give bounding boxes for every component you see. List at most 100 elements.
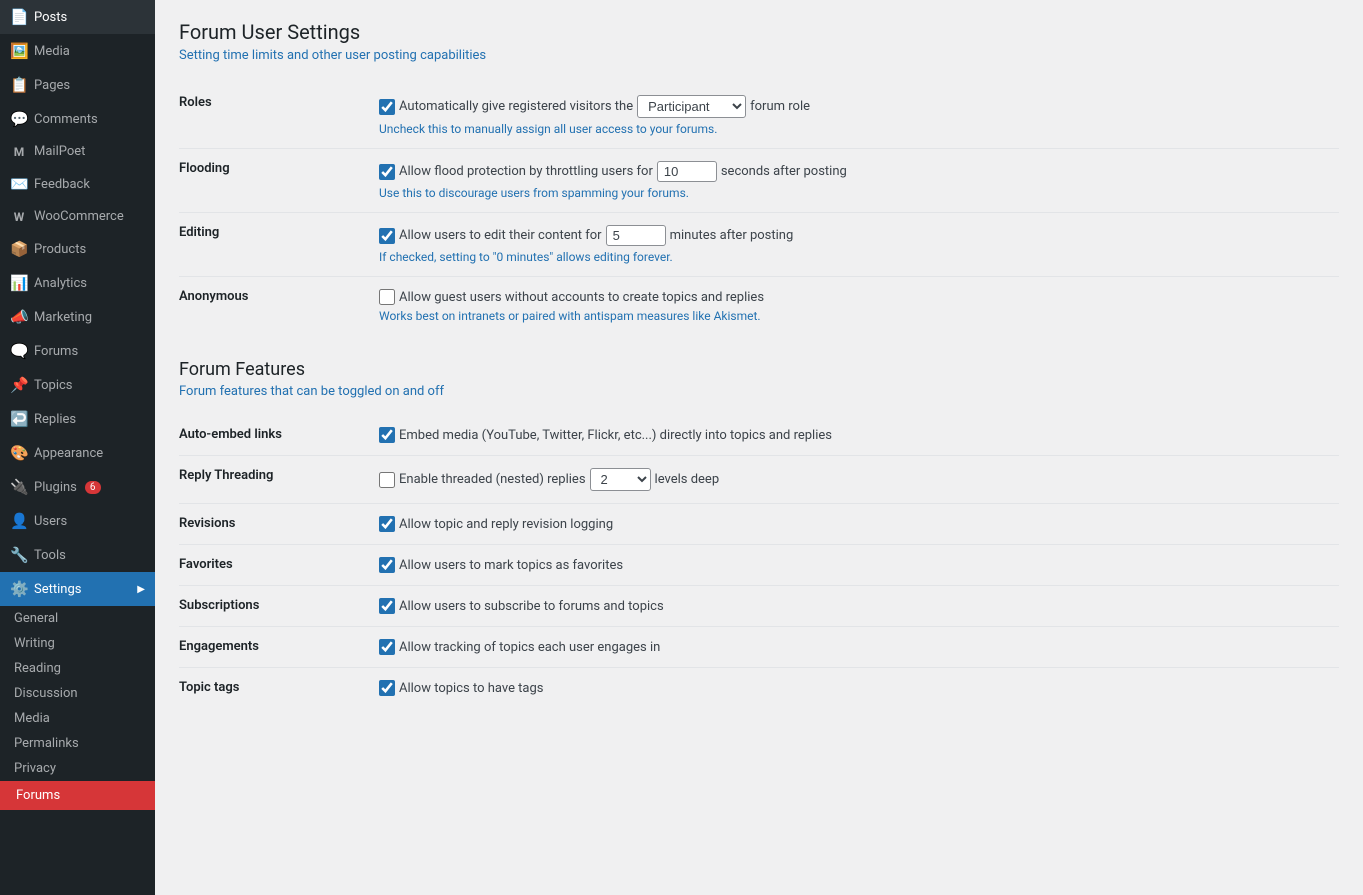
settings-arrow-icon: ▶ xyxy=(137,584,145,595)
sidebar-item-products[interactable]: 📦 Products xyxy=(0,232,155,266)
editing-input[interactable] xyxy=(606,225,666,246)
reply-threading-row: Reply Threading Enable threaded (nested)… xyxy=(179,456,1339,504)
users-icon: 👤 xyxy=(10,512,28,530)
plugins-icon: 🔌 xyxy=(10,478,28,496)
posts-icon: 📄 xyxy=(10,8,28,26)
flooding-row: Flooding Allow flood protection by throt… xyxy=(179,149,1339,213)
subscriptions-row: Subscriptions Allow users to subscribe t… xyxy=(179,586,1339,627)
editing-note: If checked, setting to "0 minutes" allow… xyxy=(379,250,1339,264)
reply-threading-checkbox[interactable] xyxy=(379,472,395,488)
sidebar-item-appearance[interactable]: 🎨 Appearance xyxy=(0,436,155,470)
auto-embed-row: Auto-embed links Embed media (YouTube, T… xyxy=(179,415,1339,456)
submenu-item-forums[interactable]: Forums xyxy=(0,781,155,810)
reply-threading-field: Enable threaded (nested) replies 2345678… xyxy=(379,468,1339,491)
submenu-item-permalinks[interactable]: Permalinks xyxy=(0,731,155,756)
submenu-item-writing[interactable]: Writing xyxy=(0,631,155,656)
auto-embed-field: Embed media (YouTube, Twitter, Flickr, e… xyxy=(379,427,1339,443)
sidebar-item-analytics[interactable]: 📊 Analytics xyxy=(0,266,155,300)
submenu-item-reading[interactable]: Reading xyxy=(0,656,155,681)
auto-embed-label: Auto-embed links xyxy=(179,415,379,456)
sidebar-item-feedback[interactable]: ✉️ Feedback xyxy=(0,167,155,201)
flooding-input[interactable] xyxy=(657,161,717,182)
page-title: Forum User Settings xyxy=(179,20,1339,44)
sidebar-item-plugins[interactable]: 🔌 Plugins 6 xyxy=(0,470,155,504)
anonymous-checkbox[interactable] xyxy=(379,289,395,305)
editing-field: Allow users to edit their content for mi… xyxy=(379,225,1339,246)
revisions-checkbox[interactable] xyxy=(379,516,395,532)
engagements-checkbox[interactable] xyxy=(379,639,395,655)
sidebar-item-pages[interactable]: 📋 Pages xyxy=(0,68,155,102)
feedback-icon: ✉️ xyxy=(10,175,28,193)
editing-checkbox[interactable] xyxy=(379,228,395,244)
sidebar-item-forums[interactable]: 🗨️ Forums xyxy=(0,334,155,368)
subscriptions-checkbox[interactable] xyxy=(379,598,395,614)
favorites-field: Allow users to mark topics as favorites xyxy=(379,557,1339,573)
settings-icon: ⚙️ xyxy=(10,580,28,598)
woocommerce-icon: W xyxy=(10,210,28,224)
favorites-row: Favorites Allow users to mark topics as … xyxy=(179,545,1339,586)
plugins-badge: 6 xyxy=(85,481,101,494)
roles-checkbox[interactable] xyxy=(379,99,395,115)
roles-note: Uncheck this to manually assign all user… xyxy=(379,122,1339,136)
features-table: Auto-embed links Embed media (YouTube, T… xyxy=(179,415,1339,708)
mailpoet-icon: M xyxy=(10,145,28,159)
sidebar-item-users[interactable]: 👤 Users xyxy=(0,504,155,538)
revisions-field: Allow topic and reply revision logging xyxy=(379,516,1339,532)
engagements-label: Engagements xyxy=(179,627,379,668)
subscriptions-field: Allow users to subscribe to forums and t… xyxy=(379,598,1339,614)
pages-icon: 📋 xyxy=(10,76,28,94)
submenu-item-privacy[interactable]: Privacy xyxy=(0,756,155,781)
revisions-row: Revisions Allow topic and reply revision… xyxy=(179,504,1339,545)
comments-icon: 💬 xyxy=(10,110,28,128)
sidebar: 📄 Posts 🖼️ Media 📋 Pages 💬 Comments M Ma… xyxy=(0,0,155,895)
topic-tags-checkbox[interactable] xyxy=(379,680,395,696)
flooding-note: Use this to discourage users from spammi… xyxy=(379,186,1339,200)
products-icon: 📦 xyxy=(10,240,28,258)
revisions-label: Revisions xyxy=(179,504,379,545)
features-title: Forum Features xyxy=(179,359,1339,380)
forums-icon: 🗨️ xyxy=(10,342,28,360)
editing-row: Editing Allow users to edit their conten… xyxy=(179,213,1339,277)
engagements-row: Engagements Allow tracking of topics eac… xyxy=(179,627,1339,668)
roles-select[interactable]: Participant Moderator Keymaster Blocked … xyxy=(637,95,746,118)
features-subtitle: Forum features that can be toggled on an… xyxy=(179,384,1339,399)
settings-table: Roles Automatically give registered visi… xyxy=(179,83,1339,335)
flooding-label: Flooding xyxy=(179,149,379,213)
subscriptions-label: Subscriptions xyxy=(179,586,379,627)
sidebar-item-comments[interactable]: 💬 Comments xyxy=(0,102,155,136)
sidebar-item-replies[interactable]: ↩️ Replies xyxy=(0,402,155,436)
anonymous-row: Anonymous Allow guest users without acco… xyxy=(179,277,1339,336)
sidebar-item-marketing[interactable]: 📣 Marketing xyxy=(0,300,155,334)
sidebar-item-woocommerce[interactable]: W WooCommerce xyxy=(0,201,155,232)
submenu-item-general[interactable]: General xyxy=(0,606,155,631)
favorites-label: Favorites xyxy=(179,545,379,586)
editing-label: Editing xyxy=(179,213,379,277)
anonymous-note: Works best on intranets or paired with a… xyxy=(379,309,1339,323)
topic-tags-field: Allow topics to have tags xyxy=(379,680,1339,696)
roles-field: Automatically give registered visitors t… xyxy=(379,95,1339,118)
sidebar-item-mailpoet[interactable]: M MailPoet xyxy=(0,136,155,167)
sidebar-item-settings[interactable]: ⚙️ Settings ▶ xyxy=(0,572,155,606)
reply-threading-select[interactable]: 2345678910 xyxy=(590,468,651,491)
tools-icon: 🔧 xyxy=(10,546,28,564)
sidebar-item-posts[interactable]: 📄 Posts xyxy=(0,0,155,34)
submenu-item-discussion[interactable]: Discussion xyxy=(0,681,155,706)
roles-row: Roles Automatically give registered visi… xyxy=(179,83,1339,149)
main-content: Forum User Settings Setting time limits … xyxy=(155,0,1363,895)
roles-label: Roles xyxy=(179,83,379,149)
sidebar-item-media[interactable]: 🖼️ Media xyxy=(0,34,155,68)
submenu-item-media[interactable]: Media xyxy=(0,706,155,731)
sidebar-item-tools[interactable]: 🔧 Tools xyxy=(0,538,155,572)
settings-submenu: General Writing Reading Discussion Media… xyxy=(0,606,155,810)
favorites-checkbox[interactable] xyxy=(379,557,395,573)
flooding-checkbox[interactable] xyxy=(379,164,395,180)
replies-icon: ↩️ xyxy=(10,410,28,428)
topic-tags-label: Topic tags xyxy=(179,668,379,709)
topics-icon: 📌 xyxy=(10,376,28,394)
analytics-icon: 📊 xyxy=(10,274,28,292)
auto-embed-checkbox[interactable] xyxy=(379,427,395,443)
appearance-icon: 🎨 xyxy=(10,444,28,462)
media-icon: 🖼️ xyxy=(10,42,28,60)
sidebar-item-topics[interactable]: 📌 Topics xyxy=(0,368,155,402)
anonymous-field: Allow guest users without accounts to cr… xyxy=(379,289,1339,305)
